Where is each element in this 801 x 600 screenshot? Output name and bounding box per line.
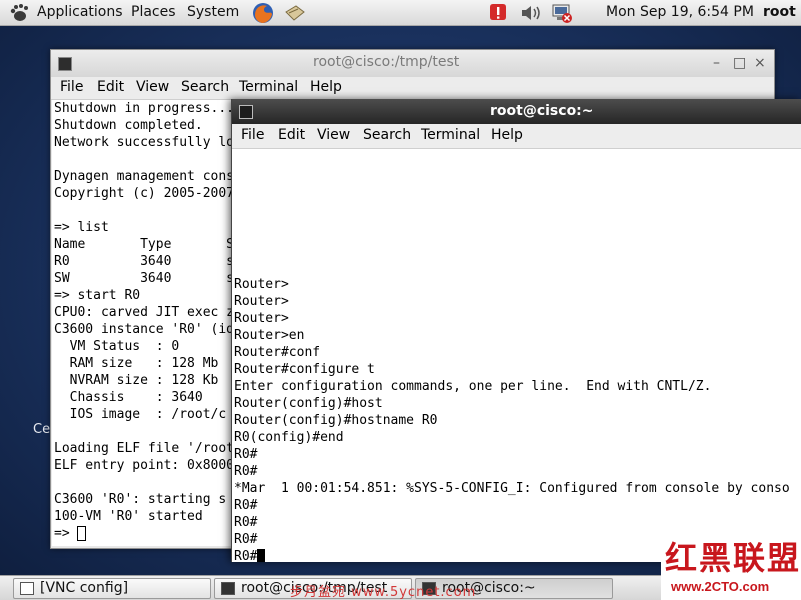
top-panel: Applications Places System Mon Sep 19, 6… — [0, 0, 801, 26]
terminal-icon — [58, 57, 72, 71]
window-icon — [20, 582, 34, 595]
terminal-line: Router(config)#host — [234, 396, 383, 411]
text-cursor — [257, 549, 266, 562]
terminal-line: Network successfully lo — [54, 135, 235, 150]
terminal-line: Router>en — [234, 328, 305, 343]
menu-terminal[interactable]: Terminal — [421, 127, 480, 143]
menu-places[interactable]: Places — [131, 4, 176, 20]
terminal-line: R0# — [234, 532, 258, 547]
gnome-foot-icon[interactable] — [8, 3, 30, 23]
terminal-line: Router> — [234, 311, 289, 326]
watermark-overlay: 步月盆宛 www.5ycnet.com — [290, 585, 477, 600]
terminal-line: R0# — [234, 447, 258, 462]
terminal-line: IOS image : /root/c — [54, 407, 227, 422]
terminal-line: NVRAM size : 128 Kb — [54, 373, 219, 388]
menu-terminal[interactable]: Terminal — [239, 79, 298, 95]
terminal-line: Router#conf — [234, 345, 321, 360]
menu-edit[interactable]: Edit — [278, 127, 305, 143]
window-titlebar[interactable]: root@cisco:/tmp/test – □ × — [51, 50, 774, 77]
terminal-line: => list — [54, 220, 109, 235]
terminal-line: VM Status : 0 — [54, 339, 180, 354]
terminal-icon — [221, 582, 235, 595]
terminal-line: SW 3640 s — [54, 271, 235, 286]
volume-icon[interactable] — [520, 3, 544, 23]
terminal-line: R0# — [234, 498, 258, 513]
menu-applications[interactable]: Applications — [37, 4, 123, 20]
terminal-line: Loading ELF file '/root — [54, 441, 235, 456]
terminal-line: Enter configuration commands, one per li… — [234, 379, 712, 394]
terminal-line: Router> — [234, 294, 289, 309]
terminal-line: R0# — [234, 515, 258, 530]
watermark-logo: 红黑联盟 www.2CTO.com — [661, 533, 801, 600]
clock[interactable]: Mon Sep 19, 6:54 PM — [606, 4, 754, 20]
terminal-line: Shutdown in progress... — [54, 101, 235, 116]
terminal-line: *Mar 1 00:01:54.851: %SYS-5-CONFIG_I: Co… — [234, 481, 790, 496]
terminal-icon — [239, 105, 253, 119]
terminal-line: Router> — [234, 277, 289, 292]
terminal-line: Shutdown completed. — [54, 118, 203, 133]
watermark-url: www.2CTO.com — [671, 579, 770, 594]
menu-view[interactable]: View — [136, 79, 169, 95]
window-title: root@cisco:/tmp/test — [313, 54, 460, 70]
maximize-button[interactable]: □ — [733, 55, 746, 71]
terminal-line: R0 3640 s — [54, 254, 235, 269]
terminal-output[interactable]: Router> Router> Router> Router>en Router#con… — [232, 149, 801, 562]
terminal-line: C3600 instance 'R0' (id — [54, 322, 235, 337]
menu-search[interactable]: Search — [181, 79, 229, 95]
taskbar-item-vnc-config[interactable]: [VNC config] — [13, 578, 211, 599]
terminal-line: => start R0 — [54, 288, 141, 303]
terminal-line: => — [54, 526, 78, 541]
menubar: File Edit View Search Terminal Help — [232, 124, 801, 149]
menu-edit[interactable]: Edit — [97, 79, 124, 95]
close-button[interactable]: × — [754, 55, 766, 71]
window-title: root@cisco:~ — [490, 103, 594, 119]
terminal-line: C3600 'R0': starting s — [54, 492, 227, 507]
menu-help[interactable]: Help — [491, 127, 523, 143]
firefox-icon[interactable] — [251, 1, 275, 25]
text-cursor — [77, 526, 87, 541]
terminal-line: RAM size : 128 Mb — [54, 356, 219, 371]
menu-system[interactable]: System — [187, 4, 239, 20]
mail-icon[interactable] — [284, 4, 306, 22]
terminal-line: R0(config)#end — [234, 430, 344, 445]
taskbar-item-label: [VNC config] — [40, 580, 129, 596]
terminal-line: Chassis : 3640 — [54, 390, 203, 405]
terminal-line: ELF entry point: 0x8000 — [54, 458, 235, 473]
window-titlebar[interactable]: root@cisco:~ — [232, 99, 801, 124]
terminal-line: Copyright (c) 2005-2007 — [54, 186, 235, 201]
terminal-line: R0# — [234, 464, 258, 479]
desktop-icon-label[interactable]: Ce — [33, 422, 50, 437]
update-alert-icon[interactable] — [488, 2, 508, 23]
terminal-line: Router(config)#hostname R0 — [234, 413, 438, 428]
menu-help[interactable]: Help — [310, 79, 342, 95]
menu-view[interactable]: View — [317, 127, 350, 143]
terminal-window-home[interactable]: root@cisco:~ File Edit View Search Termi… — [231, 99, 801, 562]
terminal-line: CPU0: carved JIT exec z — [54, 305, 235, 320]
menu-file[interactable]: File — [60, 79, 83, 95]
watermark-logo-text: 红黑联盟 — [665, 539, 801, 577]
terminal-line: R0# — [234, 549, 258, 562]
terminal-line: Dynagen management cons — [54, 169, 235, 184]
minimize-button[interactable]: – — [713, 55, 720, 71]
terminal-line: Router#configure t — [234, 362, 375, 377]
user-menu[interactable]: root — [763, 4, 796, 20]
menu-file[interactable]: File — [241, 127, 264, 143]
menubar: File Edit View Search Terminal Help — [51, 77, 774, 100]
terminal-line: 100-VM 'R0' started — [54, 509, 203, 524]
menu-search[interactable]: Search — [363, 127, 411, 143]
network-icon[interactable] — [551, 2, 573, 24]
terminal-line: Name Type S — [54, 237, 235, 252]
